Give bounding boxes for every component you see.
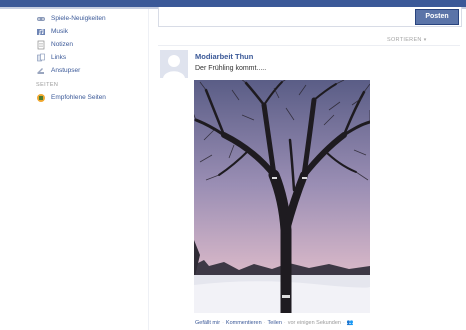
story-divider — [158, 45, 460, 46]
column-divider — [148, 9, 149, 330]
share-link[interactable]: Teilen — [268, 320, 282, 326]
music-note-icon — [36, 27, 46, 37]
separator-dot: · — [342, 320, 345, 326]
top-bar — [0, 0, 466, 9]
sidebar-item-label: Notizen — [51, 41, 74, 48]
avatar[interactable] — [160, 50, 188, 78]
separator-dot: · — [283, 320, 286, 326]
notes-icon — [36, 40, 46, 50]
like-link[interactable]: Gefällt mir — [195, 320, 220, 326]
sidebar-item-recommended-pages[interactable]: Empfohlene Seiten — [36, 91, 146, 104]
sidebar-item-label: Anstupser — [51, 67, 81, 74]
sidebar-item-label: Empfohlene Seiten — [51, 94, 106, 101]
link-icon — [36, 53, 46, 63]
story-photo[interactable] — [194, 80, 370, 313]
story-actions: Gefällt mir · Kommentieren · Teilen · vor eini… — [195, 320, 354, 326]
sidebar-item-pokes[interactable]: Anstupser — [36, 64, 146, 77]
sidebar-item-label: Musik — [51, 28, 68, 35]
sidebar-item-links[interactable]: Links — [36, 51, 146, 64]
separator-dot: · — [222, 320, 224, 326]
sidebar-item-label: Links — [51, 54, 67, 61]
sort-label: SORTIEREN — [387, 37, 422, 43]
chevron-down-icon: ▾ — [423, 37, 427, 43]
poke-hand-icon — [36, 66, 46, 76]
comment-link[interactable]: Kommentieren — [226, 320, 262, 326]
sidebar-item-music[interactable]: Musik — [36, 25, 146, 38]
left-sidebar: Spiele-Neuigkeiten Musik Notizen Links A… — [36, 12, 146, 104]
game-controller-icon — [36, 14, 46, 24]
sidebar-item-game-news[interactable]: Spiele-Neuigkeiten — [36, 12, 146, 25]
friends-icon: 👥 — [346, 320, 354, 326]
sidebar-item-notes[interactable]: Notizen — [36, 38, 146, 51]
post-button[interactable]: Posten — [415, 9, 459, 25]
recommended-pages-icon — [36, 93, 46, 103]
story-author-link[interactable]: Modiarbeit Thun — [195, 52, 253, 61]
sidebar-item-label: Spiele-Neuigkeiten — [51, 15, 106, 22]
default-avatar-icon — [160, 50, 188, 78]
story-message: Der Frühling kommt..... — [195, 65, 267, 72]
timestamp: vor einigen Sekunden — [287, 320, 341, 326]
section-title-pages: SEITEN — [36, 82, 59, 88]
separator-dot: · — [263, 320, 266, 326]
sort-menu[interactable]: SORTIEREN ▾ — [387, 37, 427, 43]
